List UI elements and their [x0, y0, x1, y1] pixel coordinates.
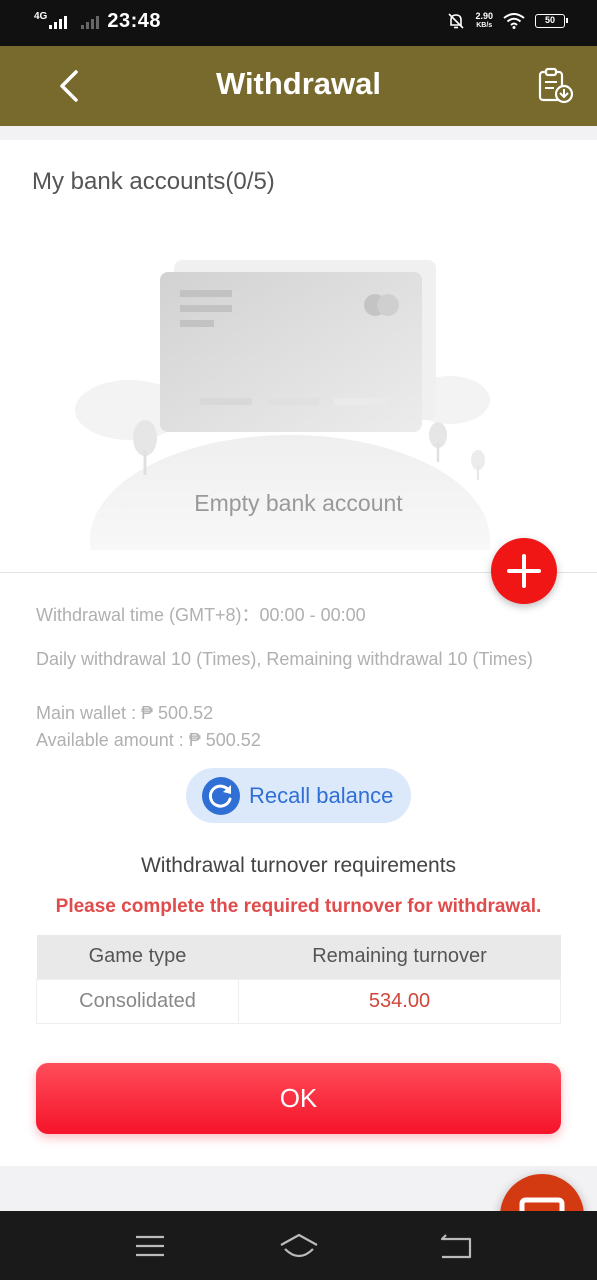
menu-icon: [136, 1235, 164, 1257]
network-speed: 2.90 KB/s: [475, 11, 493, 30]
add-bank-account-button[interactable]: [491, 538, 557, 604]
network-type: 4G: [34, 11, 48, 22]
clock: 23:48: [107, 10, 161, 32]
column-header-remaining-turnover: Remaining turnover: [238, 935, 561, 979]
clipboard-download-icon: [538, 67, 574, 104]
main-wallet-balance: Main wallet : ₱ 500.52: [36, 703, 214, 723]
home-button[interactable]: [278, 1229, 318, 1263]
available-amount: Available amount : ₱ 500.52: [36, 730, 261, 750]
recall-balance-button[interactable]: Recall balance: [186, 768, 411, 823]
back-nav-button[interactable]: [436, 1229, 476, 1263]
system-nav-bar: [0, 1211, 597, 1280]
battery-icon: 50: [535, 14, 568, 28]
table-header-row: Game type Remaining turnover: [36, 935, 561, 979]
mute-bell-icon: [448, 13, 465, 29]
wifi-icon: [503, 13, 525, 29]
ok-button[interactable]: OK: [36, 1063, 561, 1134]
turnover-table: Game type Remaining turnover Consolidate…: [36, 935, 561, 1024]
empty-bank-text: Empty bank account: [194, 490, 403, 516]
status-bar: 4G 23:48 2.90 KB/s 50: [0, 0, 597, 46]
refresh-icon: [202, 777, 240, 815]
table-row: Consolidated 534.00: [36, 978, 561, 1024]
signal-icon: [49, 15, 68, 29]
app-header: Withdrawal: [0, 46, 597, 126]
column-header-game-type: Game type: [36, 935, 239, 979]
daily-withdrawal-limit: Daily withdrawal 10 (Times), Remaining w…: [36, 649, 533, 669]
home-icon: [280, 1233, 318, 1258]
page-title: Withdrawal: [215, 66, 382, 101]
main-panel: My bank accounts(0/5) Empty bank account…: [0, 140, 597, 1258]
return-icon: [440, 1234, 472, 1259]
turnover-title: Withdrawal turnover requirements: [140, 854, 457, 877]
menu-button[interactable]: [130, 1229, 170, 1263]
bank-accounts-title: My bank accounts(0/5): [32, 168, 275, 195]
turnover-warning: Please complete the required turnover fo…: [55, 896, 542, 917]
game-type-cell: Consolidated: [36, 978, 239, 1024]
withdrawal-records-button[interactable]: [535, 66, 575, 106]
withdrawal-time: Withdrawal time (GMT+8)：00:00 - 00:00: [36, 605, 366, 625]
remaining-turnover-cell: 534.00: [238, 978, 561, 1024]
signal-2-icon: [81, 15, 100, 29]
recall-balance-label: Recall balance: [249, 783, 394, 808]
